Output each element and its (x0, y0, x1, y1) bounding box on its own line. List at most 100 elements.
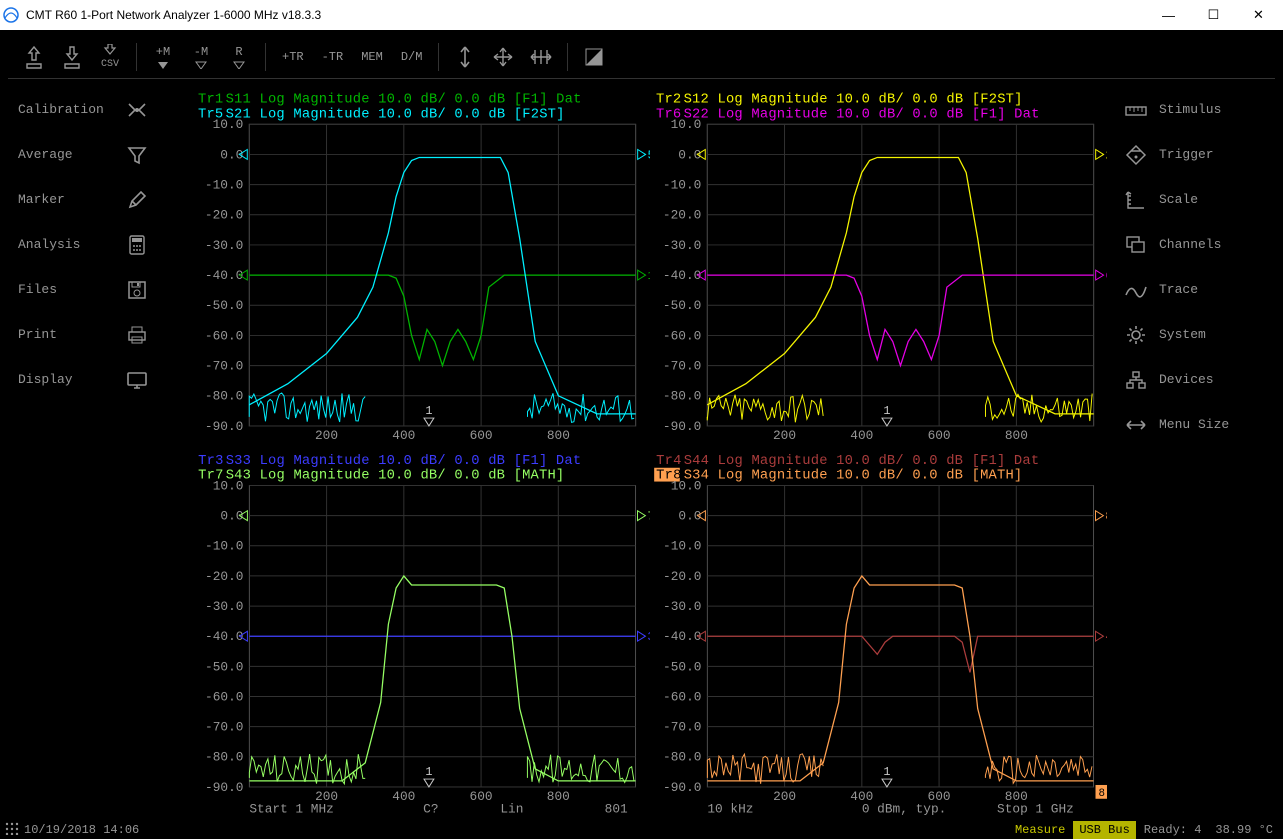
trace-icon (1121, 281, 1151, 299)
svg-text:-70.0: -70.0 (662, 359, 700, 374)
svg-text:-60.0: -60.0 (205, 328, 243, 343)
right-item-label: Devices (1159, 372, 1214, 387)
svg-text:-10.0: -10.0 (205, 178, 243, 193)
left-item-analysis[interactable]: Analysis (18, 222, 194, 267)
close-button[interactable]: ✕ (1236, 0, 1281, 30)
svg-text:200: 200 (315, 428, 338, 443)
right-item-system[interactable]: System (1109, 312, 1283, 357)
svg-text:-90.0: -90.0 (663, 779, 701, 794)
left-item-label: Display (18, 372, 122, 387)
trace-Tr2 (707, 157, 1093, 413)
plot-panel-2[interactable]: Tr2S12 Log Magnitude 10.0 dB/ 0.0 dB [F2… (654, 83, 1108, 448)
plot-panel-1[interactable]: Tr1S11 Log Magnitude 10.0 dB/ 0.0 dB [F1… (196, 83, 650, 448)
mem-button[interactable]: MEM (355, 39, 389, 75)
status-bar: 10/19/2018 14:06 Measure USB Bus Ready: … (0, 820, 1283, 839)
svg-text:600: 600 (470, 788, 493, 803)
left-item-calibration[interactable]: Calibration (18, 87, 194, 132)
plus-m-button[interactable]: +M (147, 39, 179, 75)
save-up-button[interactable] (18, 39, 50, 75)
left-item-average[interactable]: Average (18, 132, 194, 177)
left-item-display[interactable]: Display (18, 357, 194, 402)
svg-text:1: 1 (883, 765, 890, 779)
right-item-trigger[interactable]: Trigger (1109, 132, 1283, 177)
right-item-label: System (1159, 327, 1206, 342)
maximize-button[interactable]: ☐ (1191, 0, 1236, 30)
svg-text:-70.0: -70.0 (205, 719, 243, 734)
svg-text:-80.0: -80.0 (662, 389, 700, 404)
svg-text:-80.0: -80.0 (205, 389, 243, 404)
svg-text:8: 8 (1098, 787, 1105, 799)
plot-4[interactable]: Tr4S44 Log Magnitude 10.0 dB/ 0.0 dB [F1… (654, 452, 1108, 817)
svg-text:-30.0: -30.0 (663, 599, 701, 614)
status-ready: Ready: 4 (1138, 821, 1208, 839)
csv-button[interactable]: CSV (94, 39, 126, 75)
status-measure[interactable]: Measure (1009, 821, 1071, 839)
left-item-label: Calibration (18, 102, 122, 117)
vert-arrow-button[interactable] (449, 39, 481, 75)
right-item-devices[interactable]: Devices (1109, 357, 1283, 402)
minus-m-button[interactable]: -M (185, 39, 217, 75)
status-stop: Stop 1 GHz (997, 801, 1074, 816)
plot-2[interactable]: Tr2S12 Log Magnitude 10.0 dB/ 0.0 dB [F2… (654, 83, 1108, 448)
status-start: Start 1 MHz (249, 801, 333, 816)
grip-icon (4, 821, 24, 839)
plot-1[interactable]: Tr1S11 Log Magnitude 10.0 dB/ 0.0 dB [F1… (196, 83, 650, 448)
svg-text:-70.0: -70.0 (205, 359, 243, 374)
trace-Tr7 (249, 575, 635, 780)
svg-text:-20.0: -20.0 (662, 208, 700, 223)
plot-panel-3[interactable]: Tr3S33 Log Magnitude 10.0 dB/ 0.0 dB [F1… (196, 452, 650, 817)
right-item-channels[interactable]: Channels (1109, 222, 1283, 267)
svg-text:200: 200 (773, 428, 796, 443)
plus-tr-button[interactable]: +TR (276, 39, 310, 75)
resize-icon (1121, 418, 1151, 432)
app-icon (2, 6, 20, 24)
ruler-icon (1121, 101, 1151, 119)
trace-label: S21 Log Magnitude 10.0 dB/ 0.0 dB [F2ST] (226, 106, 565, 122)
svg-text:3: 3 (647, 630, 649, 644)
contrast-button[interactable] (578, 39, 610, 75)
svg-text:200: 200 (773, 788, 796, 803)
svg-text:8: 8 (1105, 509, 1107, 523)
trace-label: S11 Log Magnitude 10.0 dB/ 0.0 dB [F1] D… (226, 92, 582, 108)
trace-label: S44 Log Magnitude 10.0 dB/ 0.0 dB [F1] D… (683, 452, 1039, 468)
right-item-trace[interactable]: Trace (1109, 267, 1283, 312)
svg-text:-90.0: -90.0 (205, 779, 243, 794)
right-item-menu size[interactable]: Menu Size (1109, 402, 1283, 447)
minimize-button[interactable]: — (1146, 0, 1191, 30)
channels-icon (1121, 235, 1151, 255)
dm-button[interactable]: D/M (395, 39, 429, 75)
save-down-button[interactable] (56, 39, 88, 75)
minus-tr-button[interactable]: -TR (316, 39, 350, 75)
plot-panel-4[interactable]: Tr4S44 Log Magnitude 10.0 dB/ 0.0 dB [F1… (654, 452, 1108, 817)
status-datetime: 10/19/2018 14:06 (24, 823, 139, 837)
cal-icon (122, 101, 152, 119)
status-lin: Lin (500, 801, 523, 816)
cross-arrow-button[interactable] (487, 39, 519, 75)
svg-text:6: 6 (1105, 269, 1107, 283)
svg-text:-50.0: -50.0 (205, 659, 243, 674)
svg-text:-90.0: -90.0 (205, 419, 243, 434)
left-item-marker[interactable]: Marker (18, 177, 194, 222)
right-item-label: Trigger (1159, 147, 1214, 162)
trace-label: S12 Log Magnitude 10.0 dB/ 0.0 dB [F2ST] (683, 92, 1022, 108)
svg-text:400: 400 (392, 788, 415, 803)
plot-3[interactable]: Tr3S33 Log Magnitude 10.0 dB/ 0.0 dB [F1… (196, 452, 650, 817)
right-item-stimulus[interactable]: Stimulus (1109, 87, 1283, 132)
svg-text:-70.0: -70.0 (663, 719, 701, 734)
r-button[interactable]: R (223, 39, 255, 75)
status-c: C? (423, 801, 438, 816)
left-item-label: Print (18, 327, 122, 342)
left-item-files[interactable]: Files (18, 267, 194, 312)
svg-text:7: 7 (647, 509, 649, 523)
svg-text:-90.0: -90.0 (662, 419, 700, 434)
svg-text:10.0: 10.0 (213, 478, 244, 493)
left-item-print[interactable]: Print (18, 312, 194, 357)
svg-text:-30.0: -30.0 (205, 599, 243, 614)
spread-button[interactable] (525, 39, 557, 75)
trace-label: S33 Log Magnitude 10.0 dB/ 0.0 dB [F1] D… (226, 452, 582, 468)
left-menu: Calibration Average Marker Analysis File… (0, 79, 194, 820)
left-item-label: Files (18, 282, 122, 297)
pencil-icon (122, 190, 152, 210)
right-item-scale[interactable]: Scale (1109, 177, 1283, 222)
status-usb[interactable]: USB Bus (1073, 821, 1135, 839)
